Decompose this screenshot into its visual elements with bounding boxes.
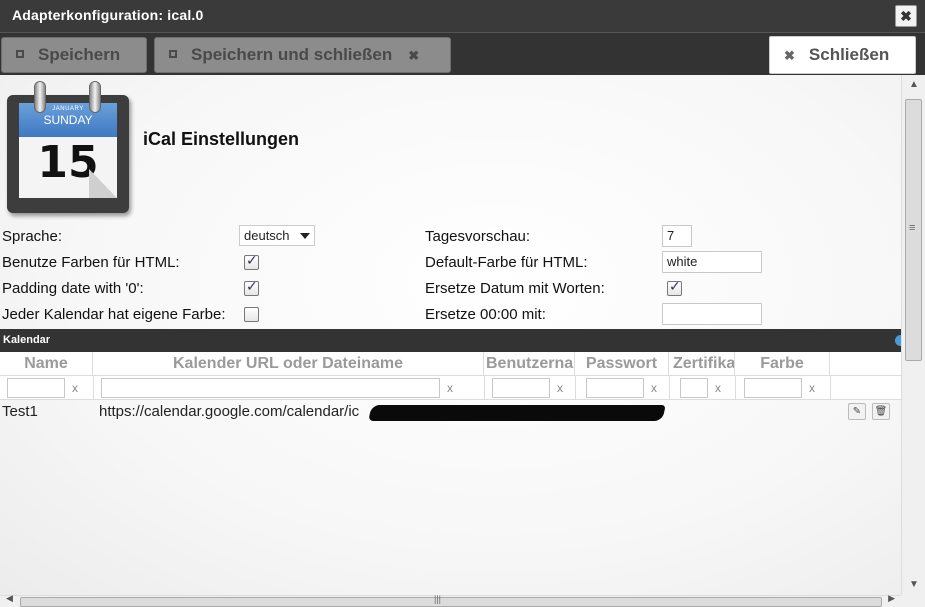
filter-name-input[interactable] — [7, 378, 65, 398]
padding-label: Padding date with '0': — [2, 280, 144, 297]
farben-html-label: Benutze Farben für HTML: — [2, 254, 180, 271]
toolbar: Speichern Speichern und schließen ✖ ✖ Schl… — [0, 32, 925, 75]
filter-username-clear[interactable]: x — [557, 381, 563, 395]
padding-checkbox[interactable] — [244, 279, 259, 296]
filter-name-clear[interactable]: x — [72, 381, 78, 395]
close-button-label: Schließen — [808, 45, 890, 64]
column-header-name[interactable]: Name — [0, 352, 93, 376]
save-button[interactable]: Speichern — [1, 37, 147, 73]
scroll-down-icon[interactable]: ▼ — [902, 575, 925, 595]
default-farbe-label: Default-Farbe für HTML: — [425, 254, 588, 271]
scroll-right-icon[interactable]: ▶ — [888, 593, 895, 604]
filter-certificate-input[interactable] — [680, 378, 708, 398]
close-icon: ✖ — [408, 48, 420, 63]
sprache-select[interactable]: deutsch — [239, 225, 315, 246]
scroll-left-icon[interactable]: ◀ — [6, 593, 13, 604]
calendar-grid-title-label: Kalendar — [3, 334, 51, 346]
column-header-certificate[interactable]: Zertifikat — [669, 352, 735, 376]
farben-html-checkbox[interactable] — [244, 253, 259, 270]
eigene-farbe-label: Jeder Kalendar hat eigene Farbe: — [2, 306, 226, 323]
datum-worten-checkbox[interactable] — [667, 279, 682, 296]
sprache-select-value: deutsch — [244, 228, 290, 243]
close-icon: ✖ — [784, 48, 795, 63]
column-header-color[interactable]: Farbe — [735, 352, 830, 376]
ersetze-0000-input[interactable] — [662, 303, 762, 325]
row-name: Test1 — [2, 403, 38, 420]
default-farbe-input[interactable]: white — [662, 251, 762, 273]
column-header-username[interactable]: Benutzername — [484, 352, 575, 376]
grid-filter-row: x x x x x x — [0, 376, 901, 400]
row-url: https://calendar.google.com/calendar/ic — [99, 403, 360, 420]
vertical-scroll-thumb[interactable] — [905, 99, 922, 361]
redaction-mark — [368, 405, 666, 421]
filter-color-input[interactable] — [744, 378, 802, 398]
column-header-url[interactable]: Kalender URL oder Dateiname — [93, 352, 484, 376]
window-title: Adapterkonfiguration: ical.0 — [12, 7, 204, 23]
save-and-close-button[interactable]: Speichern und schließen ✖ — [154, 37, 451, 73]
grid-header: Name Kalender URL oder Dateiname Benutze… — [0, 352, 901, 376]
column-header-password[interactable]: Passwort — [575, 352, 669, 376]
filter-password-clear[interactable]: x — [651, 381, 657, 395]
calendar-icon-weekday: SUNDAY — [43, 113, 93, 127]
tagesvorschau-label: Tagesvorschau: — [425, 228, 531, 245]
page-title: iCal Einstellungen — [143, 129, 300, 149]
tagesvorschau-input[interactable]: 7 — [662, 225, 692, 247]
filter-color-clear[interactable]: x — [809, 381, 815, 395]
scroll-up-icon[interactable]: ▲ — [902, 75, 925, 95]
window-close-icon[interactable]: ✖ — [895, 5, 917, 27]
calendar-grid-title: Kalendar — [0, 329, 901, 352]
title-bar: Adapterkonfiguration: ical.0 ✖ — [0, 0, 925, 32]
save-and-close-label: Speichern und schließen — [191, 45, 393, 64]
scrollbar-corner — [901, 595, 925, 607]
chevron-down-icon — [300, 233, 310, 239]
horizontal-scrollbar[interactable]: ◀ ▶ — [0, 593, 901, 607]
calendar-icon: JANUARY SUNDAY 15 — [7, 81, 131, 214]
table-row[interactable]: Test1 https://calendar.google.com/calend… — [0, 400, 901, 422]
vertical-scrollbar[interactable]: ▲ ▼ — [901, 75, 925, 595]
filter-certificate-clear[interactable]: x — [715, 381, 721, 395]
ersetze-0000-label: Ersetze 00:00 mit: — [425, 306, 546, 323]
filter-url-clear[interactable]: x — [447, 381, 453, 395]
sprache-label: Sprache: — [2, 228, 63, 245]
filter-url-input[interactable] — [101, 378, 440, 398]
save-icon — [16, 50, 24, 58]
edit-icon[interactable]: ✎ — [848, 403, 866, 420]
save-icon — [169, 50, 177, 58]
save-button-label: Speichern — [38, 45, 121, 64]
datum-worten-label: Ersetze Datum mit Worten: — [425, 280, 605, 297]
eigene-farbe-checkbox[interactable] — [244, 307, 259, 322]
close-button[interactable]: ✖ Schließen — [769, 36, 916, 74]
filter-password-input[interactable] — [586, 378, 644, 398]
trash-icon[interactable]: 🗑 — [872, 403, 890, 420]
filter-username-input[interactable] — [492, 378, 550, 398]
settings-panel: JANUARY SUNDAY 15 iCal Einstellungen Spr… — [0, 75, 901, 595]
horizontal-scroll-thumb[interactable] — [20, 594, 882, 607]
